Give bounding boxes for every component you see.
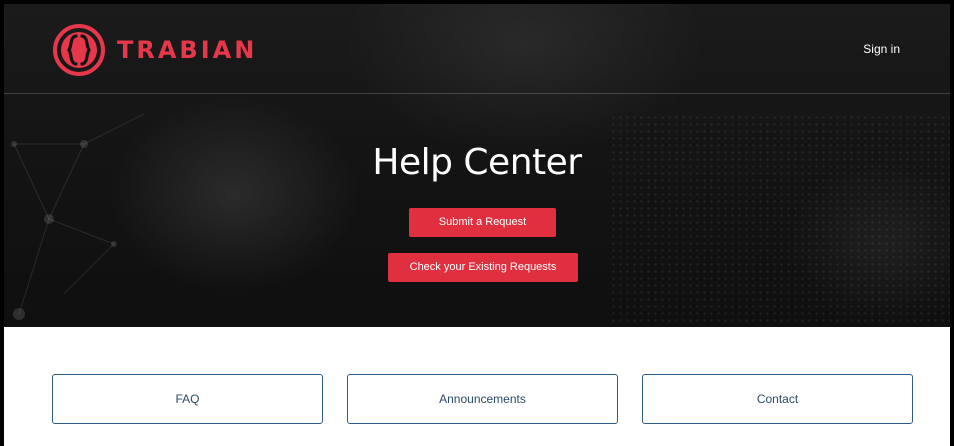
page-title: Help Center bbox=[372, 142, 582, 183]
hero-network-decoration bbox=[11, 113, 145, 320]
brand-logo[interactable]: TRABIAN bbox=[52, 23, 257, 77]
page-frame: TRABIAN Sign in Help Center Submit a Req… bbox=[0, 0, 954, 446]
trabian-logo-icon bbox=[53, 24, 105, 76]
submit-request-button[interactable]: Submit a Request bbox=[409, 208, 556, 237]
faq-card[interactable]: FAQ bbox=[52, 374, 323, 424]
hero-banner: TRABIAN Sign in Help Center Submit a Req… bbox=[4, 4, 950, 327]
sign-in-link[interactable]: Sign in bbox=[863, 42, 900, 56]
announcements-card[interactable]: Announcements bbox=[347, 374, 618, 424]
contact-card[interactable]: Contact bbox=[642, 374, 913, 424]
brand-name: TRABIAN bbox=[117, 36, 258, 64]
check-existing-requests-button[interactable]: Check your Existing Requests bbox=[388, 253, 578, 282]
site-header: TRABIAN Sign in bbox=[4, 4, 950, 94]
